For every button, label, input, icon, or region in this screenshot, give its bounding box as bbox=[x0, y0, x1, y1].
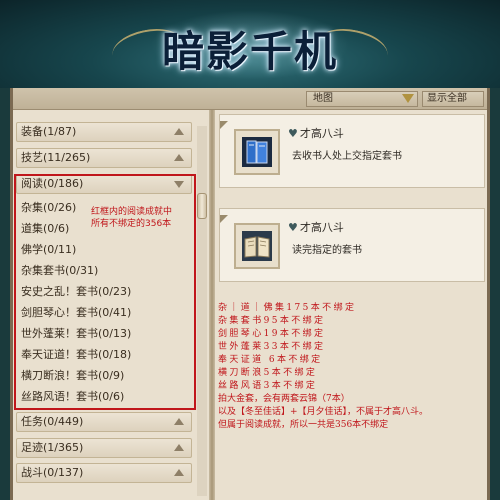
highlight-annotation: 红框内的阅读成就中 所有不绑定的356本 bbox=[91, 206, 199, 230]
achievement-title: ♥ 才高八斗 bbox=[288, 219, 344, 235]
expand-arrow-icon bbox=[174, 469, 184, 476]
note-line: 拍大金套，会有两套云锦（7本） bbox=[218, 394, 350, 404]
category-label: 任务(0/449) bbox=[21, 415, 84, 428]
note-line: 剑胆琴心19本不绑定 bbox=[218, 329, 326, 339]
achievement-title-text: 才高八斗 bbox=[299, 221, 344, 234]
heart-icon: ♥ bbox=[288, 127, 298, 140]
chevron-down-icon bbox=[402, 94, 414, 103]
expand-arrow-icon bbox=[174, 418, 184, 425]
category-equipment[interactable]: 装备(1/87) bbox=[16, 122, 192, 142]
list-scrollbar[interactable] bbox=[197, 126, 207, 496]
achievement-desc: 去收书人处上交指定套书 bbox=[292, 151, 402, 162]
banner: 暗影千机 bbox=[0, 0, 500, 88]
achievement-title-text: 才高八斗 bbox=[299, 127, 344, 140]
note-line: 奉天证道 6本不绑定 bbox=[218, 355, 323, 365]
corner-marker bbox=[220, 215, 228, 223]
category-label: 装备(1/87) bbox=[21, 125, 77, 138]
achievement-panel: 地图 显示全部 装备(1/87) 技艺(11/265) 阅读(0/186) 杂集… bbox=[10, 88, 490, 500]
panel-divider bbox=[209, 110, 215, 500]
expand-arrow-icon bbox=[174, 444, 184, 451]
note-line: 丝路风语3本不绑定 bbox=[218, 381, 318, 391]
achievement-card[interactable]: ♥ 才高八斗 读完指定的套书 bbox=[219, 208, 485, 282]
expand-arrow-icon bbox=[174, 128, 184, 135]
map-filter-label: 地图 bbox=[313, 93, 333, 104]
category-label: 足迹(1/365) bbox=[21, 441, 84, 454]
achievement-icon-frame bbox=[234, 223, 280, 269]
category-combat[interactable]: 战斗(0/137) bbox=[16, 463, 192, 483]
achievement-icon-frame bbox=[234, 129, 280, 175]
achievement-desc: 读完指定的套书 bbox=[292, 245, 362, 256]
heart-icon: ♥ bbox=[288, 221, 298, 234]
note-line: 世外蓬莱33本不绑定 bbox=[218, 342, 326, 352]
annotation-notes: 杂｜道｜佛集175本不绑定 杂集套书95本不绑定 剑胆琴心19本不绑定 世外蓬莱… bbox=[218, 302, 480, 432]
map-filter-dropdown[interactable]: 地图 bbox=[306, 91, 418, 107]
corner-marker bbox=[220, 121, 228, 129]
note-line: 横刀断浪5本不绑定 bbox=[218, 368, 318, 378]
achievement-card[interactable]: ♥ 才高八斗 去收书人处上交指定套书 bbox=[219, 114, 485, 188]
note-line: 但属于阅读成就，所以一共是356本不绑定 bbox=[218, 420, 389, 430]
expand-arrow-icon bbox=[174, 154, 184, 161]
category-footprints[interactable]: 足迹(1/365) bbox=[16, 438, 192, 458]
category-label: 技艺(11/265) bbox=[21, 151, 91, 164]
annotation-line: 所有不绑定的356本 bbox=[91, 219, 172, 229]
category-skills[interactable]: 技艺(11/265) bbox=[16, 148, 192, 168]
note-line: 杂｜道｜佛集175本不绑定 bbox=[218, 303, 357, 313]
note-line: 以及【冬至佳话】+【月夕佳话】，不属于才高八斗。 bbox=[218, 407, 429, 417]
show-all-button[interactable]: 显示全部 bbox=[422, 91, 484, 107]
achievement-title: ♥ 才高八斗 bbox=[288, 125, 344, 141]
note-line: 杂集套书95本不绑定 bbox=[218, 316, 326, 326]
top-toolbar: 地图 显示全部 bbox=[13, 88, 487, 110]
category-quests[interactable]: 任务(0/449) bbox=[16, 412, 192, 432]
book-set-icon bbox=[242, 137, 272, 167]
game-logo: 暗影千机 bbox=[161, 27, 338, 76]
annotation-line: 红框内的阅读成就中 bbox=[91, 207, 173, 217]
open-book-icon bbox=[242, 231, 272, 261]
category-label: 战斗(0/137) bbox=[21, 466, 84, 479]
